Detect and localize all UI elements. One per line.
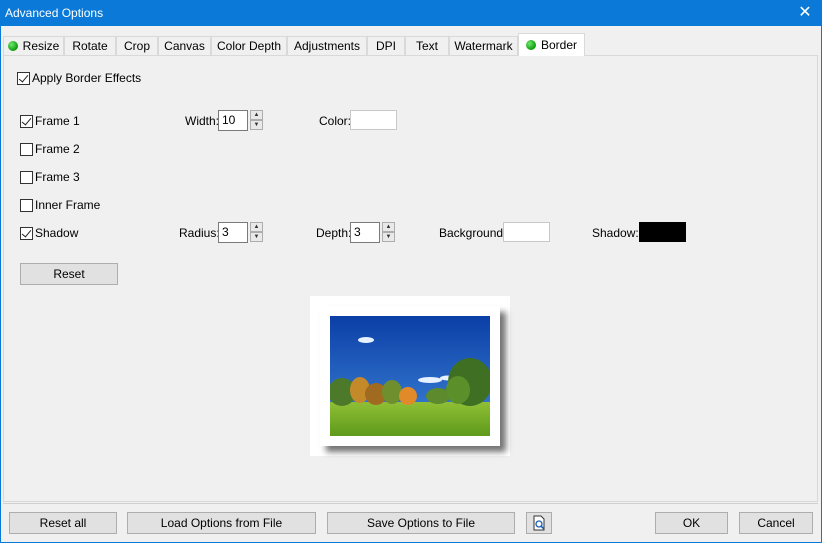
preview-image [330,316,490,436]
tab-color-depth[interactable]: Color Depth [211,36,287,56]
checkbox-box[interactable] [20,142,33,156]
load-options-button[interactable]: Load Options from File [127,512,316,534]
spin-down-icon[interactable]: ▼ [250,232,263,242]
radius-spinner[interactable]: ▲ ▼ [250,222,263,242]
checkbox-box[interactable] [20,198,33,212]
tab-crop[interactable]: Crop [116,36,158,56]
inner-frame-checkbox[interactable]: Inner Frame [20,198,100,212]
spin-down-icon[interactable]: ▼ [382,232,395,242]
radius-label: Radius: [179,226,220,240]
width-label: Width: [185,114,220,128]
radius-input[interactable]: 3 [218,222,248,243]
checkbox-box[interactable] [20,114,33,128]
frame2-checkbox[interactable]: Frame 2 [20,142,80,156]
color-label: Color: [319,114,352,128]
width-input[interactable]: 10 [218,110,248,131]
checkbox-box[interactable] [20,170,33,184]
title-bar: Advanced Options ✕ [0,0,822,26]
tab-text[interactable]: Text [405,36,449,56]
divider [3,503,818,504]
shadow-color-swatch[interactable] [639,222,686,242]
apply-border-checkbox[interactable]: Apply Border Effects [17,71,141,85]
frame3-checkbox[interactable]: Frame 3 [20,170,80,184]
frame1-checkbox[interactable]: Frame 1 [20,114,80,128]
spin-up-icon[interactable]: ▲ [382,222,395,232]
window-title: Advanced Options [5,6,104,20]
tab-watermark[interactable]: Watermark [449,36,518,56]
preview-document-icon [533,515,545,531]
spin-down-icon[interactable]: ▼ [250,120,263,130]
tab-dpi[interactable]: DPI [367,36,405,56]
tab-canvas[interactable]: Canvas [158,36,211,56]
spin-up-icon[interactable]: ▲ [250,110,263,120]
checkbox-box[interactable] [20,226,33,240]
background-label: Background: [439,226,507,240]
width-spinner[interactable]: ▲ ▼ [250,110,263,130]
depth-spinner[interactable]: ▲ ▼ [382,222,395,242]
status-dot-icon [7,41,18,51]
tab-resize[interactable]: Resize [3,36,64,56]
tab-adjustments[interactable]: Adjustments [287,36,367,56]
reset-all-button[interactable]: Reset all [9,512,117,534]
preview-button[interactable] [526,512,552,534]
depth-label: Depth: [316,226,352,240]
background-swatch[interactable] [503,222,550,242]
shadow-checkbox[interactable]: Shadow [20,226,78,240]
spin-up-icon[interactable]: ▲ [250,222,263,232]
checkbox-box[interactable] [17,71,30,85]
cancel-button[interactable]: Cancel [739,512,813,534]
tab-rotate[interactable]: Rotate [64,36,116,56]
save-options-button[interactable]: Save Options to File [327,512,515,534]
preview-image-frame [320,306,500,446]
tab-border[interactable]: Border [518,33,585,56]
depth-input[interactable]: 3 [350,222,380,243]
reset-button[interactable]: Reset [20,263,118,285]
close-icon[interactable]: ✕ [788,0,822,26]
ok-button[interactable]: OK [655,512,728,534]
shadow-color-label: Shadow: [592,226,639,240]
color-swatch[interactable] [350,110,397,130]
status-dot-icon [525,40,536,50]
